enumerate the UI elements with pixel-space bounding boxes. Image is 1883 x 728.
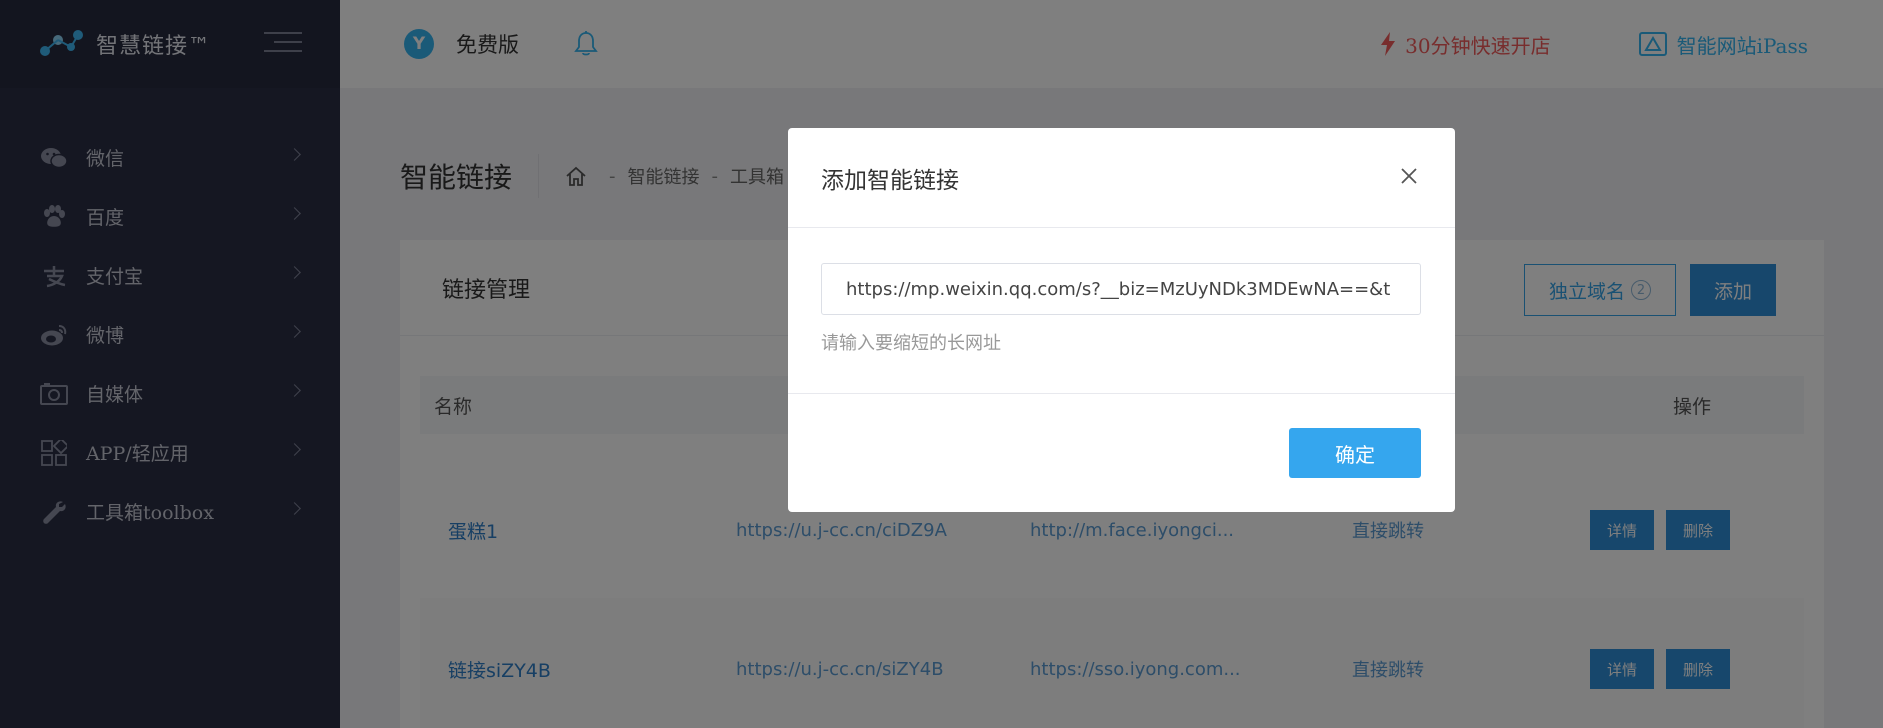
modal-title: 添加智能链接 [821, 167, 959, 194]
modal-body: 请输入要缩短的长网址 [788, 228, 1455, 394]
long-url-input[interactable] [821, 263, 1421, 315]
add-link-modal: 添加智能链接 请输入要缩短的长网址 确定 [788, 128, 1455, 512]
modal-footer: 确定 [788, 394, 1455, 512]
close-icon[interactable] [1399, 166, 1419, 186]
confirm-button[interactable]: 确定 [1289, 428, 1421, 478]
input-hint: 请输入要缩短的长网址 [821, 333, 1001, 354]
modal-header: 添加智能链接 [788, 128, 1455, 228]
